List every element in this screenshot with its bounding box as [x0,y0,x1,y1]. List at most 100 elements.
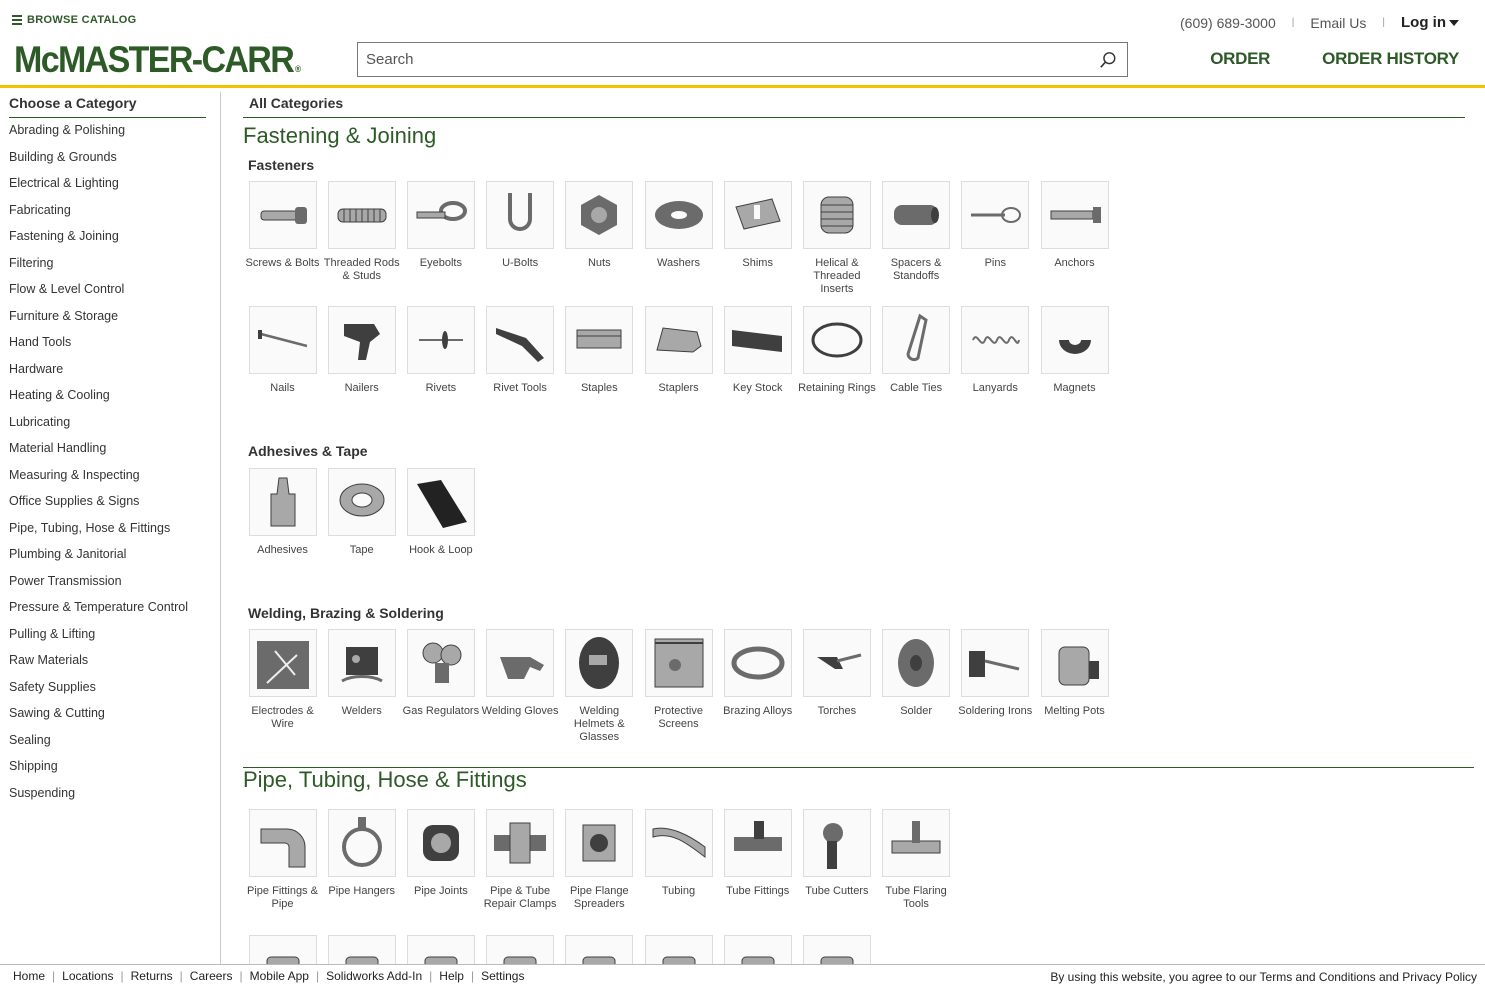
product-category-tile[interactable]: Key Stock [718,306,797,395]
product-category-tile[interactable] [401,935,480,964]
product-thumbnail[interactable] [802,809,871,877]
sidebar-item[interactable]: Pulling & Lifting [9,626,188,653]
sidebar-item[interactable]: Measuring & Inspecting [9,467,188,494]
product-thumbnail[interactable] [1040,629,1109,697]
footer-link[interactable]: Solidworks Add-In [319,969,429,983]
product-category-tile[interactable] [322,935,401,964]
sidebar-item[interactable]: Plumbing & Janitorial [9,546,188,573]
product-thumbnail[interactable] [248,306,317,374]
section-title-pipe[interactable]: Pipe, Tubing, Hose & Fittings [243,767,527,793]
product-thumbnail[interactable] [644,181,713,249]
product-category-label[interactable]: Tubing [639,885,718,898]
product-category-tile[interactable]: U-Bolts [481,181,560,270]
product-category-label[interactable]: Cable Ties [877,382,956,395]
sidebar-item[interactable]: Pressure & Temperature Control [9,599,188,626]
product-category-label[interactable]: Retaining Rings [797,382,876,395]
product-category-label[interactable]: Tube Flaring Tools [877,885,956,911]
product-category-label[interactable]: Gas Regulators [401,705,480,718]
logo[interactable]: McMASTER-CARR ® [14,38,301,91]
product-category-label[interactable]: Protective Screens [639,705,718,731]
product-category-tile[interactable]: Nails [243,306,322,395]
sidebar-item[interactable]: Building & Grounds [9,149,188,176]
sidebar-item[interactable]: Shipping [9,758,188,785]
product-category-label[interactable]: Welding Helmets & Glasses [560,705,639,744]
footer-link[interactable]: Mobile App [243,969,316,983]
product-category-label[interactable]: Pipe Hangers [322,885,401,898]
sidebar-item[interactable]: Fastening & Joining [9,228,188,255]
sidebar-item[interactable]: Fabricating [9,202,188,229]
sidebar-item[interactable]: Sawing & Cutting [9,705,188,732]
product-category-label[interactable]: Key Stock [718,382,797,395]
footer-link[interactable]: Home [6,969,52,983]
product-category-tile[interactable]: Tape [322,468,401,557]
subsection-title-adhesives[interactable]: Adhesives & Tape [248,443,368,459]
product-category-tile[interactable]: Retaining Rings [797,306,876,395]
product-category-tile[interactable]: Welding Helmets & Glasses [560,629,639,744]
sidebar-item[interactable]: Sealing [9,732,188,759]
sidebar-item[interactable]: Lubricating [9,414,188,441]
product-thumbnail[interactable] [802,306,871,374]
product-category-tile[interactable]: Magnets [1035,306,1114,395]
sidebar-item[interactable]: Raw Materials [9,652,188,679]
product-thumbnail[interactable] [882,629,951,697]
product-thumbnail[interactable] [723,935,792,964]
footer-link[interactable]: Careers [183,969,240,983]
product-thumbnail[interactable] [406,181,475,249]
product-category-label[interactable]: Adhesives [243,544,322,557]
product-thumbnail[interactable] [723,809,792,877]
product-category-tile[interactable] [481,935,560,964]
product-category-tile[interactable]: Washers [639,181,718,270]
product-category-tile[interactable]: Staples [560,306,639,395]
product-category-tile[interactable]: Nailers [322,306,401,395]
footer-link[interactable]: Locations [55,969,120,983]
sidebar-item[interactable]: Abrading & Polishing [9,122,188,149]
product-category-label[interactable]: Tube Fittings [718,885,797,898]
sidebar-item[interactable]: Suspending [9,785,188,812]
product-category-label[interactable]: Pins [956,257,1035,270]
product-category-tile[interactable]: Cable Ties [877,306,956,395]
product-thumbnail[interactable] [802,935,871,964]
product-category-tile[interactable]: Pipe Hangers [322,809,401,898]
product-thumbnail[interactable] [882,809,951,877]
section-title-fastening[interactable]: Fastening & Joining [243,123,436,149]
footer-link[interactable]: Help [432,969,471,983]
product-thumbnail[interactable] [486,306,555,374]
product-thumbnail[interactable] [406,306,475,374]
product-category-tile[interactable]: Tube Flaring Tools [877,809,956,911]
order-link[interactable]: ORDER [1210,49,1270,69]
product-category-tile[interactable]: Lanyards [956,306,1035,395]
product-category-label[interactable]: Nailers [322,382,401,395]
product-category-tile[interactable] [718,935,797,964]
product-category-label[interactable]: Screws & Bolts [243,257,322,270]
product-category-tile[interactable]: Protective Screens [639,629,718,731]
product-category-tile[interactable]: Adhesives [243,468,322,557]
product-thumbnail[interactable] [882,306,951,374]
product-thumbnail[interactable] [327,809,396,877]
sidebar-item[interactable]: Heating & Cooling [9,387,188,414]
product-thumbnail[interactable] [486,181,555,249]
product-category-tile[interactable]: Spacers & Standoffs [877,181,956,283]
product-category-tile[interactable] [243,935,322,964]
product-category-tile[interactable]: Welding Gloves [481,629,560,718]
search-icon[interactable] [1099,51,1117,69]
product-thumbnail[interactable] [644,629,713,697]
product-category-tile[interactable]: Welders [322,629,401,718]
product-thumbnail[interactable] [961,629,1030,697]
sidebar-item[interactable]: Power Transmission [9,573,188,600]
product-thumbnail[interactable] [327,935,396,964]
product-thumbnail[interactable] [406,629,475,697]
product-category-label[interactable]: Lanyards [956,382,1035,395]
sidebar-item[interactable]: Pipe, Tubing, Hose & Fittings [9,520,188,547]
product-thumbnail[interactable] [1040,306,1109,374]
product-category-tile[interactable]: Pins [956,181,1035,270]
product-category-tile[interactable]: Tube Cutters [797,809,876,898]
product-category-label[interactable]: Spacers & Standoffs [877,257,956,283]
sidebar-item[interactable]: Electrical & Lighting [9,175,188,202]
login-button[interactable]: Log in [1401,14,1459,31]
product-category-label[interactable]: Tape [322,544,401,557]
email-us-link[interactable]: Email Us [1310,15,1366,31]
product-thumbnail[interactable] [565,306,634,374]
product-category-label[interactable]: U-Bolts [481,257,560,270]
product-category-label[interactable]: Pipe & Tube Repair Clamps [481,885,560,911]
sidebar-item[interactable]: Material Handling [9,440,188,467]
